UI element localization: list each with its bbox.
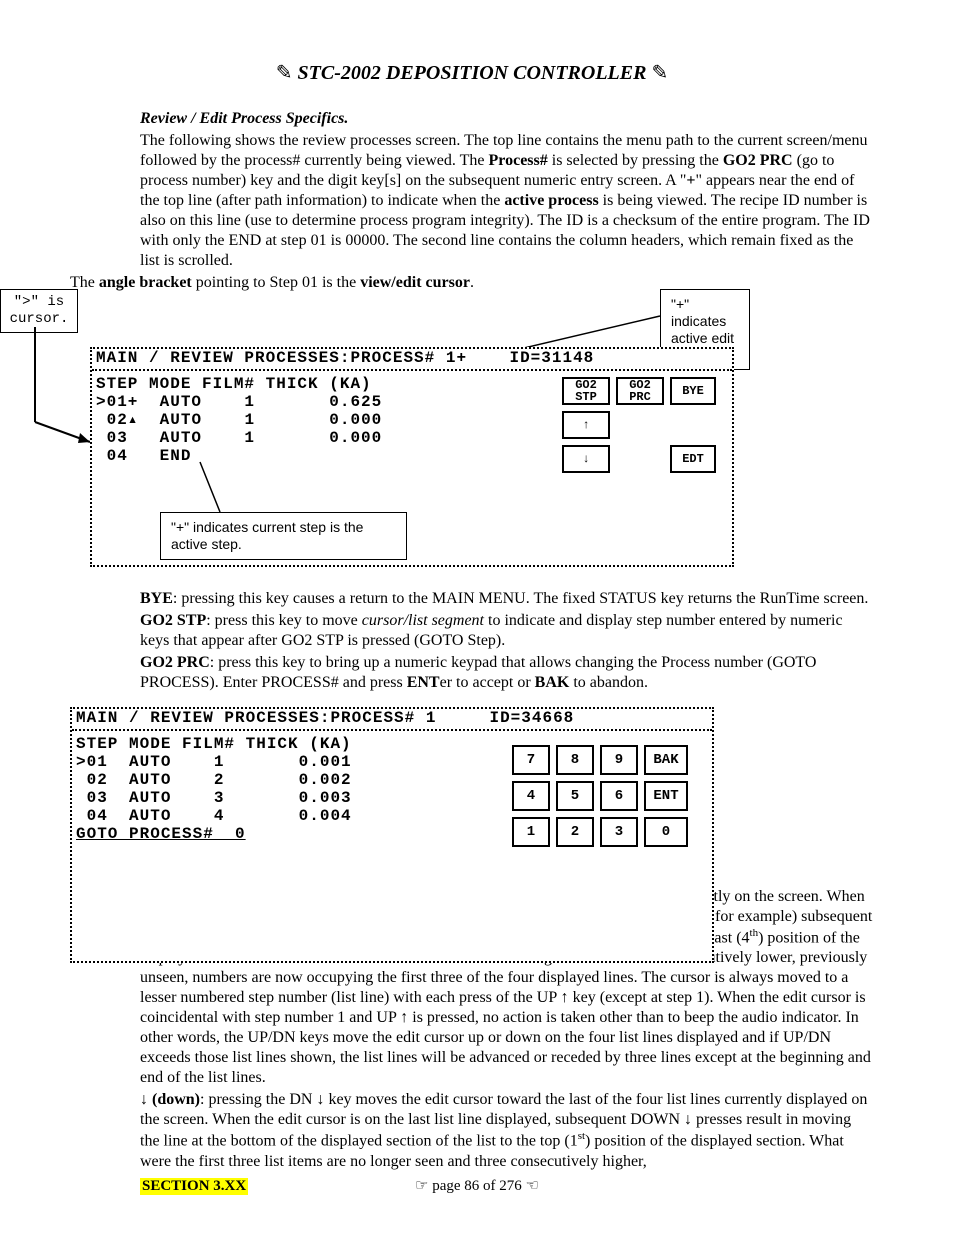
softkey-up[interactable]: ↑	[562, 411, 610, 439]
arrow-to-step-plus	[200, 457, 240, 517]
softkey-bye[interactable]: BYE	[670, 377, 716, 405]
softkey-go2-prc[interactable]: GO2 PRC	[616, 377, 664, 405]
lcd2-row: 02 AUTO 2 0.002	[72, 771, 502, 789]
softkey-empty	[670, 411, 716, 439]
page: ✎ STC-2002 DEPOSITION CONTROLLER ✎ Revie…	[0, 0, 954, 1235]
lcd-screen-2: MAIN / REVIEW PROCESSES:PROCESS# 1 ID=34…	[70, 707, 714, 963]
lcd2-row: 04 AUTO 4 0.004	[72, 807, 502, 825]
desc-bye: BYE: pressing this key causes a return t…	[140, 589, 874, 609]
lcd1-titlebar: MAIN / REVIEW PROCESSES:PROCESS# 1+ ID=3…	[92, 349, 732, 367]
key-5[interactable]: 5	[556, 781, 594, 811]
softkey-edt[interactable]: EDT	[670, 445, 716, 473]
key-descriptions: BYE: pressing this key causes a return t…	[140, 589, 874, 693]
lcd1-header: STEP MODE FILM# THICK (KA)	[92, 375, 532, 393]
intro-para: The following shows the review processes…	[140, 131, 874, 271]
angle-bracket-para: The angle bracket pointing to Step 01 is…	[70, 273, 874, 293]
softkey-go2-stp[interactable]: GO2 STP	[562, 377, 610, 405]
lcd2-titlebar: MAIN / REVIEW PROCESSES:PROCESS# 1 ID=34…	[72, 709, 712, 727]
key-2[interactable]: 2	[556, 817, 594, 847]
lcd2-row: 03 AUTO 3 0.003	[72, 789, 502, 807]
key-8[interactable]: 8	[556, 745, 594, 775]
key-1[interactable]: 1	[512, 817, 550, 847]
softkey-down[interactable]: ↓	[562, 445, 610, 473]
lcd1-row: 02▴ AUTO 1 0.000	[92, 411, 532, 429]
key-bak[interactable]: BAK	[644, 745, 688, 775]
key-6[interactable]: 6	[600, 781, 638, 811]
content: Review / Edit Process Specifics. The fol…	[140, 109, 874, 293]
figure-2: MAIN / REVIEW PROCESSES:PROCESS# 1 ID=34…	[140, 707, 874, 877]
doc-title: ✎ STC-2002 DEPOSITION CONTROLLER ✎	[70, 60, 874, 85]
lcd1-row: 03 AUTO 1 0.000	[92, 429, 532, 447]
numeric-keypad: 7 8 9 BAK 4 5 6 ENT 1 2 3 0	[512, 745, 688, 847]
lcd2-row: >01 AUTO 1 0.001	[72, 753, 502, 771]
section-heading: Review / Edit Process Specifics.	[140, 109, 874, 129]
key-7[interactable]: 7	[512, 745, 550, 775]
lcd2-header: STEP MODE FILM# THICK (KA)	[72, 735, 502, 753]
desc-go2prc: GO2 PRC: press this key to bring up a nu…	[140, 653, 874, 693]
desc-go2stp: GO2 STP: press this key to move cursor/l…	[140, 611, 874, 651]
softkey-empty	[616, 411, 664, 439]
key-0[interactable]: 0	[644, 817, 688, 847]
desc-down: ↓ (down): pressing the DN ↓ key moves th…	[140, 1090, 874, 1171]
softkey-grid: GO2 STP GO2 PRC BYE ↑ ↓ EDT	[562, 377, 716, 473]
softkey-empty	[616, 445, 664, 473]
footer-page: ☞ page 86 of 276 ☜	[0, 1176, 954, 1195]
lcd1-row: 04 END	[92, 447, 532, 465]
callout-step-plus: "+" indicates current step is the active…	[160, 512, 407, 560]
key-9[interactable]: 9	[600, 745, 638, 775]
lcd2-goto-line: GOTO PROCESS# 0	[72, 825, 502, 843]
key-4[interactable]: 4	[512, 781, 550, 811]
key-ent[interactable]: ENT	[644, 781, 688, 811]
lcd1-row: >01+ AUTO 1 0.625	[92, 393, 532, 411]
figure-1: ">" iscursor. "+" indicates active edit …	[0, 297, 874, 577]
key-3[interactable]: 3	[600, 817, 638, 847]
